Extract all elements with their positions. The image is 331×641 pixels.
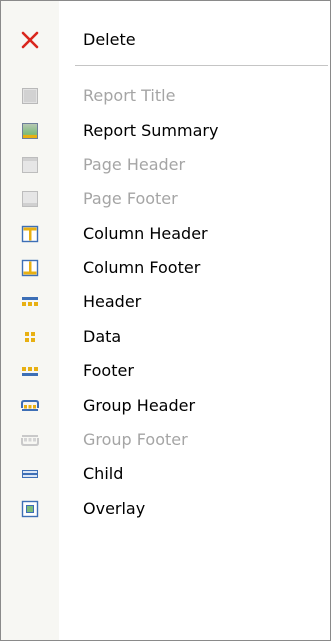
menu-item-label: Page Footer bbox=[83, 189, 178, 208]
menu-item-label: Report Title bbox=[83, 86, 176, 105]
child-band-icon bbox=[22, 470, 38, 478]
overlay-band-icon bbox=[21, 500, 39, 518]
menu-item-footer[interactable]: Footer bbox=[1, 354, 330, 388]
report-summary-icon bbox=[22, 123, 38, 139]
data-band-icon bbox=[25, 332, 35, 342]
menu-item-label: Header bbox=[83, 292, 142, 311]
report-title-icon bbox=[22, 88, 38, 104]
menu-item-child[interactable]: Child bbox=[1, 457, 330, 491]
menu-item-label: Page Header bbox=[83, 155, 186, 174]
delete-x-icon bbox=[21, 31, 39, 49]
header-band-icon bbox=[22, 297, 38, 306]
menu-item-group-footer[interactable]: Group Footer bbox=[1, 423, 330, 457]
column-header-icon bbox=[21, 225, 39, 243]
page-header-icon bbox=[22, 157, 38, 173]
menu-item-label: Data bbox=[83, 327, 122, 346]
menu-item-report-summary[interactable]: Report Summary bbox=[1, 114, 330, 148]
menu-item-data[interactable]: Data bbox=[1, 320, 330, 354]
menu-item-overlay[interactable]: Overlay bbox=[1, 492, 330, 526]
menu-item-label: Column Footer bbox=[83, 258, 201, 277]
group-header-icon bbox=[21, 400, 39, 411]
menu-item-label: Column Header bbox=[83, 224, 208, 243]
menu-item-label: Report Summary bbox=[83, 121, 219, 140]
menu-item-label: Footer bbox=[83, 361, 134, 380]
column-footer-icon bbox=[21, 259, 39, 277]
menu-item-page-header[interactable]: Page Header bbox=[1, 148, 330, 182]
menu-item-label: Child bbox=[83, 464, 124, 483]
footer-band-icon bbox=[22, 367, 38, 376]
menu-item-label: Overlay bbox=[83, 499, 146, 518]
context-menu: Delete Report Title Report Summary Page … bbox=[0, 0, 331, 641]
menu-item-label: Delete bbox=[83, 30, 136, 49]
menu-item-report-title[interactable]: Report Title bbox=[1, 79, 330, 113]
menu-item-delete[interactable]: Delete bbox=[1, 23, 330, 57]
group-footer-icon bbox=[21, 435, 39, 446]
menu-item-column-header[interactable]: Column Header bbox=[1, 217, 330, 251]
menu-item-column-footer[interactable]: Column Footer bbox=[1, 251, 330, 285]
menu-item-label: Group Footer bbox=[83, 430, 188, 449]
menu-item-page-footer[interactable]: Page Footer bbox=[1, 182, 330, 216]
menu-separator bbox=[75, 65, 328, 66]
menu-item-group-header[interactable]: Group Header bbox=[1, 389, 330, 423]
menu-item-header[interactable]: Header bbox=[1, 285, 330, 319]
menu-item-label: Group Header bbox=[83, 396, 196, 415]
page-footer-icon bbox=[22, 191, 38, 207]
